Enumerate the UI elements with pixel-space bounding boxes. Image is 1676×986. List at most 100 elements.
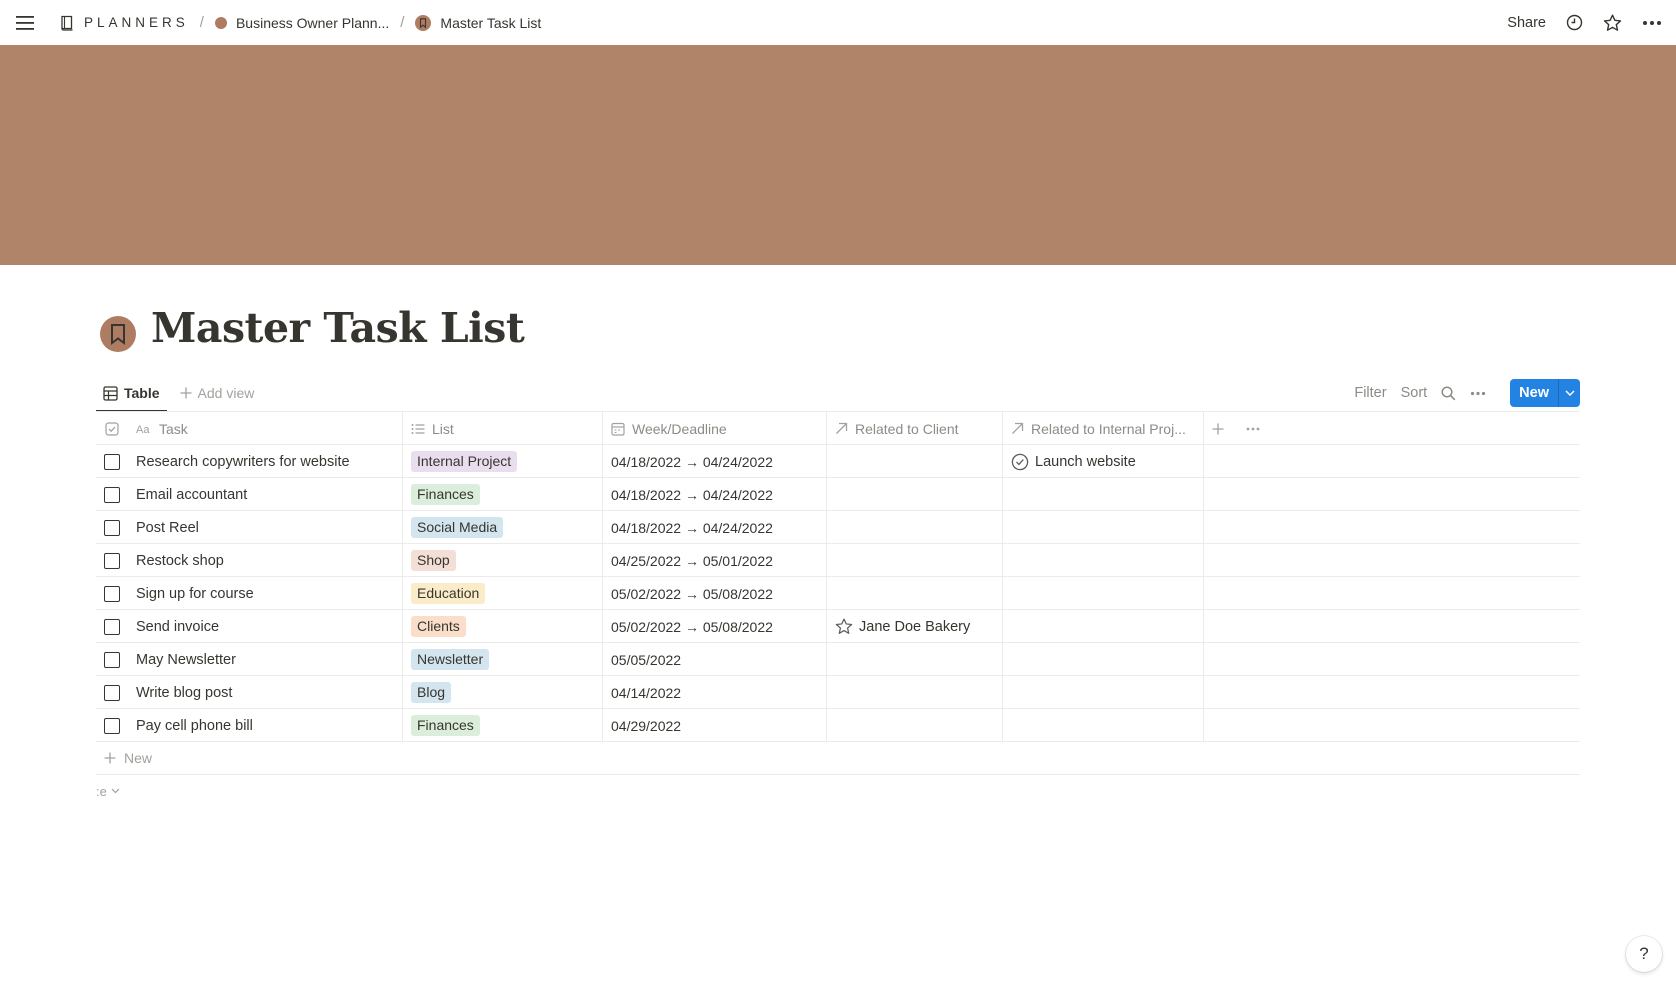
list-cell[interactable]: Shop xyxy=(403,544,603,577)
table-row[interactable]: Restock shop Shop 04/25/2022 → 05/01/2022 xyxy=(96,544,1580,577)
task-checkbox[interactable] xyxy=(104,486,120,503)
table-row[interactable]: Write blog post Blog 04/14/2022 xyxy=(96,676,1580,709)
task-checkbox[interactable] xyxy=(104,453,120,470)
help-button[interactable]: ? xyxy=(1626,936,1662,972)
star-icon[interactable] xyxy=(1603,14,1622,32)
table-row[interactable]: May Newsletter Newsletter 05/05/2022 xyxy=(96,643,1580,676)
task-name[interactable]: May Newsletter xyxy=(136,652,236,668)
page-title[interactable]: Master Task List xyxy=(151,304,525,352)
date-cell[interactable]: 04/29/2022 xyxy=(603,709,827,742)
table-row[interactable]: Send invoice Clients 05/02/2022 → 05/08/20… xyxy=(96,610,1580,643)
chevron-down-icon[interactable] xyxy=(1558,379,1580,407)
related-internal-project-cell[interactable] xyxy=(1003,478,1204,511)
task-cell[interactable]: Sign up for course xyxy=(128,577,403,610)
add-view-button[interactable]: Add view xyxy=(173,376,262,410)
task-checkbox[interactable] xyxy=(104,651,120,668)
calculate-row[interactable]: :e xyxy=(96,775,1580,807)
new-button[interactable]: New xyxy=(1510,379,1558,407)
task-name[interactable]: Write blog post xyxy=(136,685,232,701)
related-client-cell[interactable] xyxy=(827,643,1003,676)
date-cell[interactable]: 04/18/2022 → 04/24/2022 xyxy=(603,511,827,544)
date-cell[interactable]: 04/14/2022 xyxy=(603,676,827,709)
date-cell[interactable]: 04/25/2022 → 05/01/2022 xyxy=(603,544,827,577)
list-cell[interactable]: Social Media xyxy=(403,511,603,544)
more-icon[interactable] xyxy=(1642,20,1662,26)
hamburger-icon[interactable] xyxy=(14,12,36,34)
list-cell[interactable]: Blog xyxy=(403,676,603,709)
list-cell[interactable]: Clients xyxy=(403,610,603,643)
task-checkbox[interactable] xyxy=(104,552,120,569)
date-cell[interactable]: 05/02/2022 → 05/08/2022 xyxy=(603,610,827,643)
table-row[interactable]: Post Reel Social Media 04/18/2022 → 04/24/… xyxy=(96,511,1580,544)
related-client-cell[interactable] xyxy=(827,544,1003,577)
share-button[interactable]: Share xyxy=(1507,15,1546,31)
column-header-task[interactable]: Aa Task xyxy=(128,412,403,445)
more-icon[interactable] xyxy=(1246,427,1260,431)
task-cell[interactable]: Send invoice xyxy=(128,610,403,643)
related-client-cell[interactable] xyxy=(827,577,1003,610)
related-internal-project-cell[interactable] xyxy=(1003,511,1204,544)
related-internal-project-cell[interactable] xyxy=(1003,643,1204,676)
task-cell[interactable]: Restock shop xyxy=(128,544,403,577)
task-name[interactable]: Sign up for course xyxy=(136,586,254,602)
list-cell[interactable]: Finances xyxy=(403,478,603,511)
task-cell[interactable]: Post Reel xyxy=(128,511,403,544)
task-cell[interactable]: Research copywriters for website xyxy=(128,445,403,478)
related-internal-project-cell[interactable] xyxy=(1003,544,1204,577)
table-row[interactable]: Email accountant Finances 04/18/2022 → 04/… xyxy=(96,478,1580,511)
clock-icon[interactable] xyxy=(1566,14,1583,31)
task-cell[interactable]: Write blog post xyxy=(128,676,403,709)
add-column-plus-icon[interactable] xyxy=(1212,423,1224,435)
table-row[interactable]: Sign up for course Education 05/02/2022 → … xyxy=(96,577,1580,610)
related-internal-project-cell[interactable] xyxy=(1003,610,1204,643)
list-cell[interactable]: Finances xyxy=(403,709,603,742)
related-client-cell[interactable] xyxy=(827,511,1003,544)
breadcrumb-item-master-task-list[interactable]: Master Task List xyxy=(415,14,541,31)
new-row-button[interactable]: New xyxy=(96,742,1580,775)
bookmark-icon[interactable] xyxy=(100,316,136,352)
related-internal-project-cell[interactable] xyxy=(1003,709,1204,742)
task-checkbox[interactable] xyxy=(104,684,120,701)
task-checkbox[interactable] xyxy=(104,717,120,734)
task-name[interactable]: Restock shop xyxy=(136,553,224,569)
related-client-link[interactable]: Jane Doe Bakery xyxy=(835,618,970,635)
filter-button[interactable]: Filter xyxy=(1354,385,1386,401)
column-header-related-to-client[interactable]: Related to Client xyxy=(827,412,1003,445)
breadcrumb-item-business-owner-planner[interactable]: Business Owner Plann... xyxy=(214,15,389,31)
task-checkbox[interactable] xyxy=(104,519,120,536)
list-cell[interactable]: Newsletter xyxy=(403,643,603,676)
column-header-related-to-internal-project[interactable]: Related to Internal Proj... xyxy=(1003,412,1204,445)
column-header-week-deadline[interactable]: Week/Deadline xyxy=(603,412,827,445)
date-cell[interactable]: 05/05/2022 xyxy=(603,643,827,676)
task-checkbox[interactable] xyxy=(104,585,120,602)
more-icon[interactable] xyxy=(1470,391,1486,396)
related-internal-project-cell[interactable] xyxy=(1003,676,1204,709)
related-client-cell[interactable] xyxy=(827,478,1003,511)
task-cell[interactable]: Email accountant xyxy=(128,478,403,511)
date-cell[interactable]: 04/18/2022 → 04/24/2022 xyxy=(603,445,827,478)
related-client-cell[interactable] xyxy=(827,709,1003,742)
breadcrumb-item-planners[interactable]: PLANNERS xyxy=(60,15,189,31)
task-name[interactable]: Pay cell phone bill xyxy=(136,718,253,734)
related-internal-project-cell[interactable]: Launch website xyxy=(1003,445,1204,478)
select-all-checkbox[interactable] xyxy=(96,412,128,445)
tab-table[interactable]: Table xyxy=(96,376,167,412)
search-icon[interactable] xyxy=(1441,385,1456,401)
list-cell[interactable]: Internal Project xyxy=(403,445,603,478)
sort-button[interactable]: Sort xyxy=(1401,385,1428,401)
date-cell[interactable]: 05/02/2022 → 05/08/2022 xyxy=(603,577,827,610)
table-row[interactable]: Research copywriters for website Internal… xyxy=(96,445,1580,478)
task-cell[interactable]: Pay cell phone bill xyxy=(128,709,403,742)
task-checkbox[interactable] xyxy=(104,618,120,635)
related-internal-project-link[interactable]: Launch website xyxy=(1011,453,1136,471)
related-client-cell[interactable]: Jane Doe Bakery xyxy=(827,610,1003,643)
related-client-cell[interactable] xyxy=(827,676,1003,709)
task-name[interactable]: Post Reel xyxy=(136,520,199,536)
task-name[interactable]: Email accountant xyxy=(136,487,247,503)
task-name[interactable]: Send invoice xyxy=(136,619,219,635)
task-name[interactable]: Research copywriters for website xyxy=(136,454,350,470)
column-header-list[interactable]: List xyxy=(403,412,603,445)
related-client-cell[interactable] xyxy=(827,445,1003,478)
date-cell[interactable]: 04/18/2022 → 04/24/2022 xyxy=(603,478,827,511)
table-row[interactable]: Pay cell phone bill Finances 04/29/2022 xyxy=(96,709,1580,742)
